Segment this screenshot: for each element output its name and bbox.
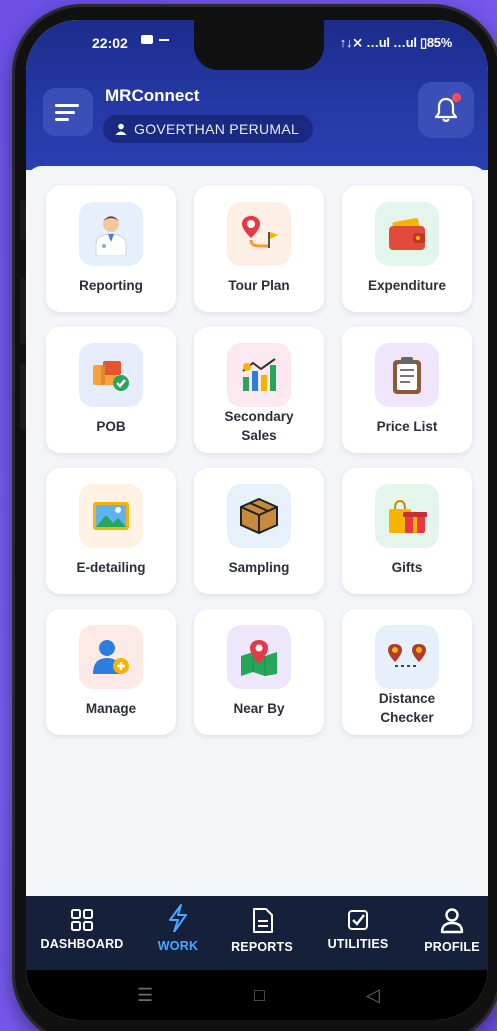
tile-label: POB xyxy=(96,419,126,434)
nav-profile[interactable]: PROFILE xyxy=(404,906,488,954)
image-icon xyxy=(79,484,143,548)
nav-label: DASHBOARD xyxy=(40,937,124,951)
nav-reports[interactable]: REPORTS xyxy=(214,906,310,954)
tile-label: Distance xyxy=(378,691,436,706)
tile-label-line2: Sales xyxy=(241,428,277,443)
system-navigation-bar: ☰ □ ◁ xyxy=(26,970,488,1020)
tile-label: Expenditure xyxy=(367,278,446,293)
tile-manage[interactable]: Manage xyxy=(46,609,176,735)
tile-distance-checker[interactable]: Distance Checker xyxy=(342,609,472,735)
tile-tour-plan[interactable]: Tour Plan xyxy=(194,186,324,312)
tile-label: Reporting xyxy=(79,278,143,293)
box-icon xyxy=(227,484,291,548)
wallet-icon xyxy=(375,202,439,266)
package-check-icon xyxy=(79,343,143,407)
report-icon xyxy=(253,908,273,933)
user-icon xyxy=(115,123,127,135)
notification-icons xyxy=(140,34,169,45)
status-indicators: ↑↓⨯ …ul …ul ▯85% xyxy=(339,35,453,50)
nav-utilities[interactable]: UTILITIES xyxy=(310,906,406,951)
doctor-icon xyxy=(79,202,143,266)
nav-label: REPORTS xyxy=(231,940,293,954)
tile-label: Sampling xyxy=(228,560,290,575)
work-menu: Reporting Tour Plan Expenditure POB Seco… xyxy=(26,166,488,896)
user-name: GOVERTHAN PERUMAL xyxy=(134,121,300,137)
app-header: 22:02 ↑↓⨯ …ul …ul ▯85% MRConnect GOVERTH… xyxy=(26,20,488,170)
bottom-navigation: DASHBOARD WORK REPORTS UTILITIES PROFILE xyxy=(26,896,488,970)
back-icon[interactable]: ◁ xyxy=(366,985,380,1006)
map-pin-icon xyxy=(227,625,291,689)
checkbox-icon xyxy=(348,910,368,930)
camera-notch xyxy=(194,20,324,70)
tile-near-by[interactable]: Near By xyxy=(194,609,324,735)
tile-secondary-sales[interactable]: Secondary Sales xyxy=(194,327,324,453)
gift-bag-icon xyxy=(375,484,439,548)
tile-label-line2: Checker xyxy=(380,710,434,725)
user-badge: GOVERTHAN PERUMAL xyxy=(103,115,314,143)
recent-apps-icon[interactable]: ☰ xyxy=(137,985,153,1006)
nav-work[interactable]: WORK xyxy=(130,904,226,953)
tile-price-list[interactable]: Price List xyxy=(342,327,472,453)
tile-label: E-detailing xyxy=(76,560,146,575)
tile-gifts[interactable]: Gifts xyxy=(342,468,472,594)
minus-icon xyxy=(159,38,169,41)
tile-label: Manage xyxy=(85,701,137,716)
route-pin-icon xyxy=(227,202,291,266)
tile-sampling[interactable]: Sampling xyxy=(194,468,324,594)
tile-pob[interactable]: POB xyxy=(46,327,176,453)
tile-label: Tour Plan xyxy=(228,278,290,293)
app-title: MRConnect xyxy=(105,86,200,105)
phone-screen: 22:02 ↑↓⨯ …ul …ul ▯85% MRConnect GOVERTH… xyxy=(26,20,488,1020)
nav-dashboard[interactable]: DASHBOARD xyxy=(34,906,130,951)
status-time: 22:02 xyxy=(92,35,128,51)
tile-e-detailing[interactable]: E-detailing xyxy=(46,468,176,594)
home-icon[interactable]: □ xyxy=(254,985,265,1006)
tile-expenditure[interactable]: Expenditure xyxy=(342,186,472,312)
nav-label: WORK xyxy=(157,939,199,953)
nav-label: UTILITIES xyxy=(327,937,389,951)
tile-reporting[interactable]: Reporting xyxy=(46,186,176,312)
notification-dot xyxy=(452,93,461,102)
person-icon xyxy=(440,908,464,934)
notifications-button[interactable] xyxy=(418,82,474,138)
bolt-icon xyxy=(169,904,187,932)
tile-label: Secondary xyxy=(224,409,294,424)
two-pins-icon xyxy=(375,625,439,689)
tile-label: Gifts xyxy=(391,560,423,575)
user-add-icon xyxy=(79,625,143,689)
menu-button[interactable] xyxy=(43,88,93,136)
bar-chart-icon xyxy=(227,343,291,407)
nav-label: PROFILE xyxy=(424,940,480,954)
grid-icon xyxy=(71,909,93,931)
message-icon xyxy=(141,35,153,44)
tile-label: Price List xyxy=(376,419,438,434)
clipboard-icon xyxy=(375,343,439,407)
tile-label: Near By xyxy=(233,701,285,716)
